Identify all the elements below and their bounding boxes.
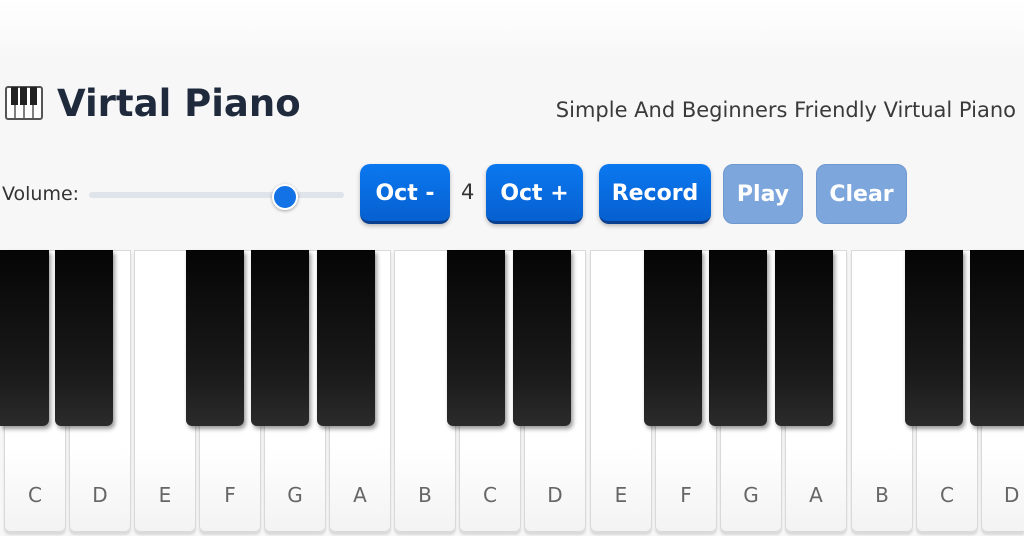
key-label: G bbox=[287, 483, 303, 507]
page-tagline: Simple And Beginners Friendly Virtual Pi… bbox=[555, 98, 1016, 122]
play-button[interactable]: Play bbox=[723, 164, 803, 224]
black-key[interactable] bbox=[905, 250, 963, 426]
key-label: D bbox=[547, 483, 563, 507]
black-key[interactable] bbox=[317, 250, 375, 426]
key-label: D bbox=[1004, 483, 1020, 507]
octave-value: 4 bbox=[461, 180, 475, 204]
black-key[interactable] bbox=[186, 250, 244, 426]
key-label: A bbox=[353, 483, 367, 507]
piano-keys-icon bbox=[5, 86, 43, 120]
key-label: A bbox=[809, 483, 823, 507]
clear-button[interactable]: Clear bbox=[816, 164, 907, 224]
page-title: Virtal Piano bbox=[57, 82, 301, 125]
key-label: E bbox=[158, 483, 172, 507]
octave-down-button[interactable]: Oct - bbox=[360, 164, 450, 224]
key-label: F bbox=[680, 483, 692, 507]
white-key[interactable]: B bbox=[851, 250, 913, 532]
black-key[interactable] bbox=[513, 250, 571, 426]
black-key[interactable] bbox=[0, 250, 49, 426]
black-key[interactable] bbox=[775, 250, 833, 426]
black-key[interactable] bbox=[251, 250, 309, 426]
key-label: C bbox=[483, 483, 497, 507]
record-button[interactable]: Record bbox=[599, 164, 711, 224]
key-label: G bbox=[743, 483, 759, 507]
controls-bar: Volume: Oct - 4 Oct + Record Play Clear bbox=[0, 160, 1024, 230]
black-key[interactable] bbox=[55, 250, 113, 426]
key-label: B bbox=[418, 483, 432, 507]
volume-label: Volume: bbox=[2, 183, 80, 205]
key-label: C bbox=[28, 483, 42, 507]
volume-slider-thumb[interactable] bbox=[272, 184, 299, 210]
key-label: B bbox=[875, 483, 889, 507]
black-key[interactable] bbox=[709, 250, 767, 426]
volume-slider[interactable] bbox=[89, 184, 344, 210]
black-key[interactable] bbox=[447, 250, 505, 426]
black-key[interactable] bbox=[644, 250, 702, 426]
key-label: F bbox=[224, 483, 236, 507]
header: Virtal Piano Simple And Beginners Friend… bbox=[0, 80, 1024, 136]
key-label: E bbox=[614, 483, 628, 507]
piano-keyboard: C D E F G A B C D E F G A B C D bbox=[0, 250, 1024, 536]
black-key[interactable] bbox=[970, 250, 1024, 426]
white-key[interactable]: E bbox=[590, 250, 652, 532]
key-label: D bbox=[92, 483, 108, 507]
octave-up-button[interactable]: Oct + bbox=[486, 164, 583, 224]
key-label: C bbox=[940, 483, 954, 507]
